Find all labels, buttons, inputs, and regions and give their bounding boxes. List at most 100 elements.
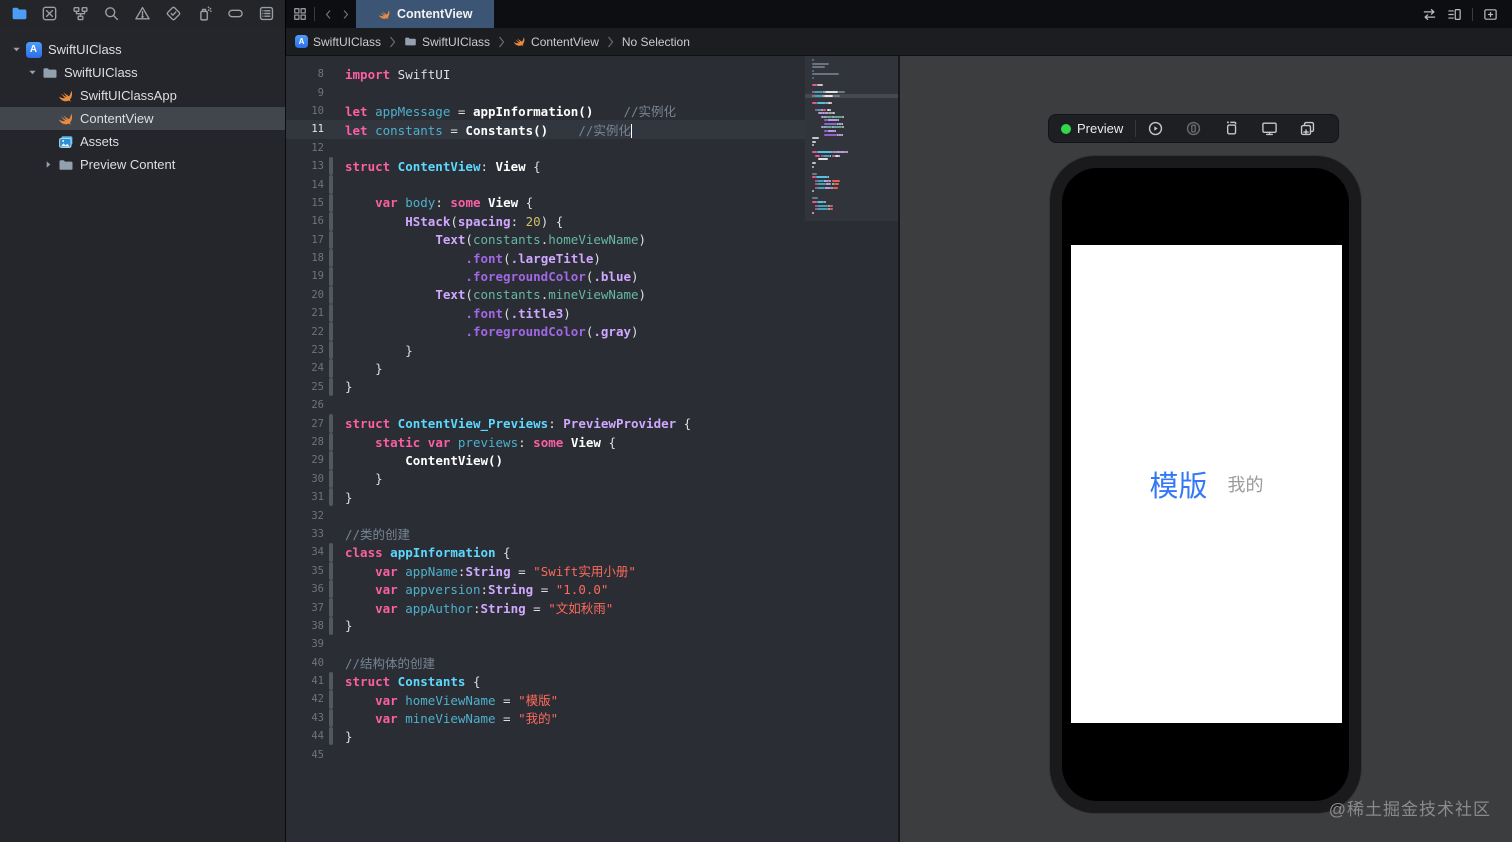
folder-tree-icon: [56, 157, 75, 173]
tab-contentview[interactable]: ContentView: [356, 0, 494, 28]
sidebar-item-swiftuiclassapp[interactable]: SwiftUIClassApp: [0, 84, 285, 107]
sidebar-item-contentview[interactable]: ContentView: [0, 107, 285, 130]
code-line-13[interactable]: 13struct ContentView: View {: [286, 157, 805, 175]
line-number: 38: [286, 620, 324, 632]
code-text: HStack(spacing: 20) {: [345, 214, 563, 229]
breadcrumb-item-swiftuiclass[interactable]: ASwiftUIClass: [295, 35, 381, 49]
code-line-17[interactable]: 17 Text(constants.homeViewName): [286, 231, 805, 249]
watermark-text: @稀土掘金技术社区: [1329, 795, 1491, 820]
code-text: Text(constants.mineViewName): [345, 287, 646, 302]
code-line-37[interactable]: 37 var appAuthor:String = "文如秋雨": [286, 598, 805, 616]
code-line-32[interactable]: 32: [286, 506, 805, 524]
minimap-line: [812, 102, 817, 104]
code-line-35[interactable]: 35 var appName:String = "Swift实用小册": [286, 562, 805, 580]
code-line-31[interactable]: 31}: [286, 488, 805, 506]
line-number: 28: [286, 436, 324, 448]
code-line-22[interactable]: 22 .foregroundColor(.gray): [286, 322, 805, 340]
editor-options-icon[interactable]: [1447, 7, 1462, 22]
issues-icon[interactable]: [134, 5, 152, 23]
code-line-40[interactable]: 40//结构体的创建: [286, 654, 805, 672]
code-line-44[interactable]: 44}: [286, 727, 805, 745]
breadcrumb-item-swiftuiclass[interactable]: SwiftUIClass: [404, 35, 490, 49]
project-navigator-icon[interactable]: [10, 5, 28, 23]
disclosure-triangle[interactable]: [8, 45, 24, 54]
breadcrumb-item-no-selection[interactable]: No Selection: [622, 35, 690, 49]
code-line-42[interactable]: 42 var homeViewName = "模版": [286, 690, 805, 708]
symbol-navigator-icon[interactable]: [72, 5, 90, 23]
add-editor-icon[interactable]: [1483, 7, 1498, 22]
breakpoints-icon[interactable]: [226, 5, 244, 23]
tab-label: ContentView: [397, 7, 472, 21]
swiftui-preview-view[interactable]: 模版 我的: [1071, 245, 1342, 723]
preview-on-device-button[interactable]: [1174, 120, 1212, 137]
sidebar-item-swiftuiclass[interactable]: ASwiftUIClass: [0, 38, 285, 61]
code-line-14[interactable]: 14: [286, 175, 805, 193]
code-line-19[interactable]: 19 .foregroundColor(.blue): [286, 267, 805, 285]
search-icon[interactable]: [103, 5, 121, 23]
device-settings-button[interactable]: [1250, 120, 1288, 137]
live-preview-button[interactable]: [1136, 120, 1174, 137]
code-minimap[interactable]: [805, 56, 898, 842]
line-number: 43: [286, 712, 324, 724]
code-line-21[interactable]: 21 .font(.title3): [286, 304, 805, 322]
code-line-24[interactable]: 24 }: [286, 359, 805, 377]
code-line-29[interactable]: 29 ContentView(): [286, 451, 805, 469]
minimap-line: [815, 155, 820, 157]
code-line-28[interactable]: 28 static var previews: some View {: [286, 433, 805, 451]
sidebar-item-preview-content[interactable]: Preview Content: [0, 153, 285, 176]
sidebar-item-assets[interactable]: Assets: [0, 130, 285, 153]
code-editor[interactable]: 8import SwiftUI910let appMessage = appIn…: [286, 56, 805, 842]
code-review-icon[interactable]: [1422, 7, 1437, 22]
reports-icon[interactable]: [257, 5, 275, 23]
code-text: var appAuthor:String = "文如秋雨": [345, 598, 613, 617]
mine-view-name-text: 我的: [1228, 471, 1264, 497]
code-line-16[interactable]: 16 HStack(spacing: 20) {: [286, 212, 805, 230]
preview-status-label: Preview: [1077, 121, 1123, 136]
code-line-45[interactable]: 45: [286, 745, 805, 763]
code-line-18[interactable]: 18 .font(.largeTitle): [286, 249, 805, 267]
code-text: struct Constants {: [345, 674, 480, 689]
code-line-8[interactable]: 8import SwiftUI: [286, 65, 805, 83]
debug-icon[interactable]: [195, 5, 213, 23]
code-line-23[interactable]: 23 }: [286, 341, 805, 359]
change-bar-spacer: [329, 635, 333, 653]
minimap-line: [812, 73, 839, 75]
sidebar-item-swiftuiclass[interactable]: SwiftUIClass: [0, 61, 285, 84]
code-line-39[interactable]: 39: [286, 635, 805, 653]
breadcrumb-item-contentview[interactable]: ContentView: [513, 35, 599, 49]
back-button[interactable]: [322, 8, 335, 21]
code-line-33[interactable]: 33//类的创建: [286, 525, 805, 543]
code-line-30[interactable]: 30 }: [286, 470, 805, 488]
disclosure-triangle[interactable]: [40, 160, 56, 169]
code-line-38[interactable]: 38}: [286, 617, 805, 635]
source-control-change-bar: [329, 341, 333, 359]
code-line-34[interactable]: 34class appInformation {: [286, 543, 805, 561]
minimap-line: [824, 123, 836, 125]
disclosure-triangle[interactable]: [24, 68, 40, 77]
minimap-line: [817, 187, 825, 189]
code-line-20[interactable]: 20 Text(constants.mineViewName): [286, 286, 805, 304]
sidebar-item-label: SwiftUIClass: [64, 65, 138, 80]
code-line-9[interactable]: 9: [286, 83, 805, 101]
code-line-11[interactable]: 11let constants = Constants() //实例化: [286, 120, 805, 138]
code-line-15[interactable]: 15 var body: some View {: [286, 194, 805, 212]
code-line-26[interactable]: 26: [286, 396, 805, 414]
code-line-27[interactable]: 27struct ContentView_Previews: PreviewPr…: [286, 414, 805, 432]
code-line-43[interactable]: 43 var mineViewName = "我的": [286, 709, 805, 727]
duplicate-preview-button[interactable]: [1288, 120, 1326, 137]
forward-button[interactable]: [339, 8, 352, 21]
code-text: .foregroundColor(.blue): [345, 269, 639, 284]
line-number: 23: [286, 344, 324, 356]
source-control-icon[interactable]: [41, 5, 59, 23]
tests-icon[interactable]: [164, 5, 182, 23]
code-line-41[interactable]: 41struct Constants {: [286, 672, 805, 690]
preview-status-dot: [1061, 124, 1071, 134]
orientation-button[interactable]: [1212, 120, 1250, 137]
minimap-line: [812, 63, 829, 65]
code-line-10[interactable]: 10let appMessage = appInformation() //实例…: [286, 102, 805, 120]
code-line-12[interactable]: 12: [286, 139, 805, 157]
code-line-36[interactable]: 36 var appversion:String = "1.0.0": [286, 580, 805, 598]
minimap-line: [829, 130, 834, 132]
code-line-25[interactable]: 25}: [286, 378, 805, 396]
editor-grid-icon[interactable]: [293, 7, 307, 21]
